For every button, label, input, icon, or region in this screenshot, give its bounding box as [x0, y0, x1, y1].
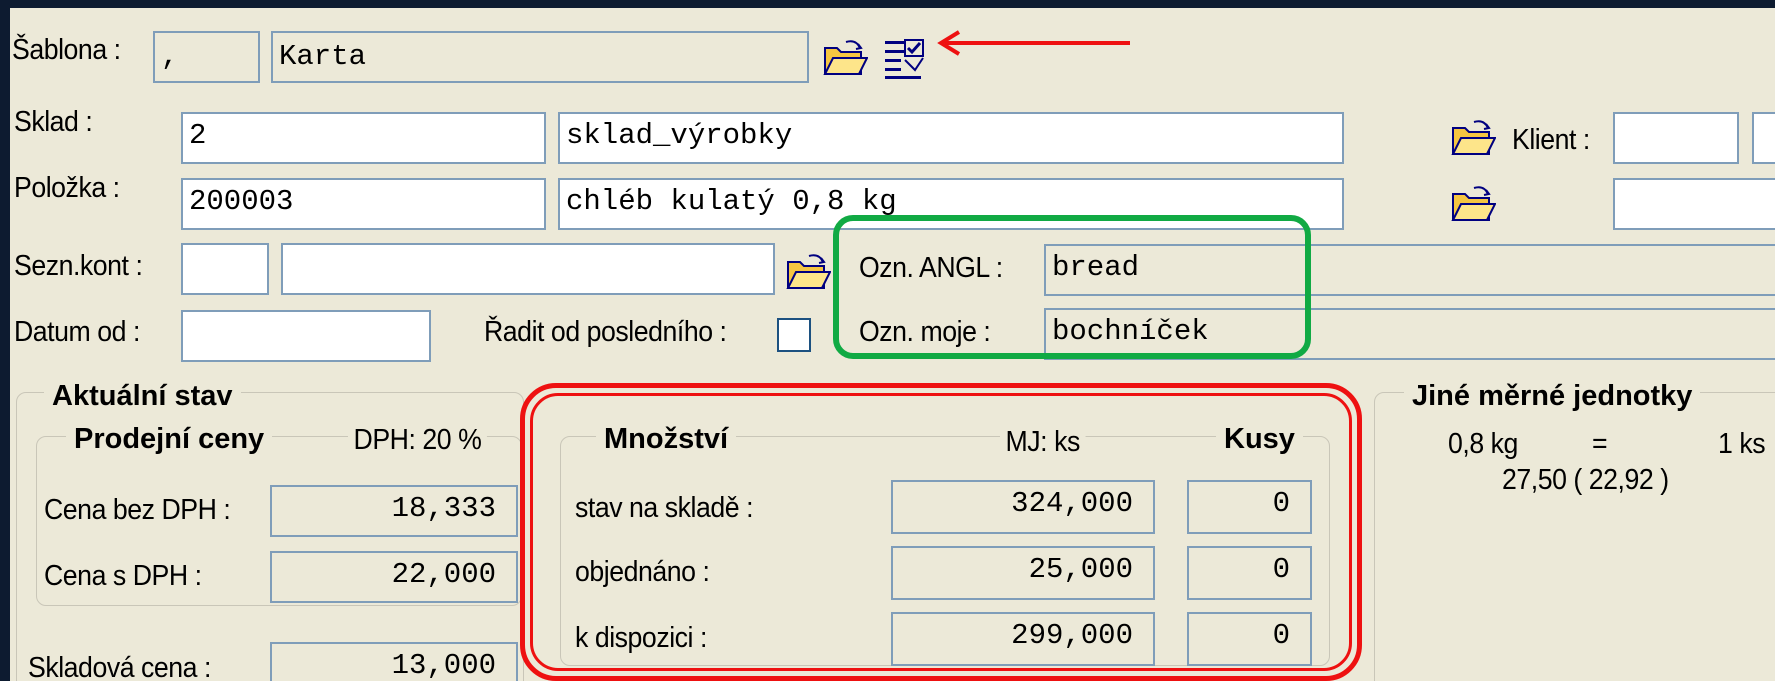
client-extra-field[interactable] [1613, 178, 1775, 230]
pieces-header: Kusy [1216, 421, 1303, 457]
date-from-label: Datum od : [14, 316, 140, 348]
ordered-pieces[interactable]: 0 [1187, 546, 1312, 600]
angl-designation-label: Ozn. ANGL : [859, 252, 1003, 284]
folder-open-icon[interactable] [822, 38, 869, 83]
list-check-icon[interactable] [883, 36, 927, 85]
contacts-code-field[interactable] [181, 243, 269, 295]
contacts-label: Sezn.kont : [14, 250, 143, 282]
red-arrow-annotation [937, 30, 1130, 56]
sort-last-checkbox[interactable] [777, 318, 811, 352]
template-code-field[interactable]: , [153, 31, 260, 83]
item-label: Položka : [14, 172, 120, 204]
warehouse-label: Sklad : [14, 106, 93, 138]
stock-price-label: Skladová cena : [28, 652, 211, 681]
folder-open-icon[interactable] [1450, 118, 1497, 163]
sort-last-label: Řadit od posledního : [484, 316, 727, 348]
available-label: k dispozici : [575, 622, 707, 654]
client-label: Klient : [1512, 124, 1590, 156]
price-no-vat-field[interactable]: 18,333 [270, 485, 518, 537]
vat-rate: DPH: 20 % [348, 422, 487, 458]
my-designation-field[interactable]: bochníček [1044, 308, 1775, 360]
main-panel: Šablona : , Karta Sklad : 2 sklad_výrobk… [10, 8, 1775, 681]
stock-price-field[interactable]: 13,000 [270, 642, 518, 681]
folder-open-icon[interactable] [1450, 184, 1497, 229]
angl-designation-field[interactable]: bread [1044, 244, 1775, 296]
item-name-field[interactable]: chléb kulatý 0,8 kg [558, 178, 1344, 230]
sales-prices-title: Prodejní ceny [66, 421, 273, 457]
current-state-title: Aktuální stav [44, 378, 241, 414]
template-name-field[interactable]: Karta [271, 31, 809, 83]
quantity-unit: MJ: ks [1000, 424, 1086, 460]
warehouse-code-field[interactable]: 2 [181, 112, 546, 164]
in-stock-value[interactable]: 324,000 [891, 480, 1155, 534]
other-units-group [1374, 392, 1775, 681]
available-pieces[interactable]: 0 [1187, 612, 1312, 666]
quantity-title: Množství [596, 421, 737, 457]
in-stock-pieces[interactable]: 0 [1187, 480, 1312, 534]
other-units-price: 27,50 ( 22,92 ) [1502, 464, 1669, 496]
client-code-field[interactable] [1613, 112, 1739, 164]
in-stock-label: stav na skladě : [575, 492, 754, 524]
template-label: Šablona : [12, 34, 121, 66]
other-units-equals: = [1592, 428, 1608, 460]
other-units-title: Jiné měrné jednotky [1404, 378, 1701, 414]
client-name-field[interactable] [1752, 112, 1775, 164]
folder-open-icon[interactable] [785, 252, 832, 297]
available-value[interactable]: 299,000 [891, 612, 1155, 666]
ordered-label: objednáno : [575, 556, 710, 588]
date-from-field[interactable] [181, 310, 431, 362]
my-designation-label: Ozn. moje : [859, 316, 991, 348]
warehouse-name-field[interactable]: sklad_výrobky [558, 112, 1344, 164]
price-no-vat-label: Cena bez DPH : [44, 494, 231, 526]
price-vat-label: Cena s DPH : [44, 560, 202, 592]
other-units-right: 1 ks [1718, 428, 1766, 460]
ordered-value[interactable]: 25,000 [891, 546, 1155, 600]
other-units-left: 0,8 kg [1448, 428, 1518, 460]
item-code-field[interactable]: 200003 [181, 178, 546, 230]
contacts-name-field[interactable] [281, 243, 775, 295]
price-vat-field[interactable]: 22,000 [270, 551, 518, 603]
